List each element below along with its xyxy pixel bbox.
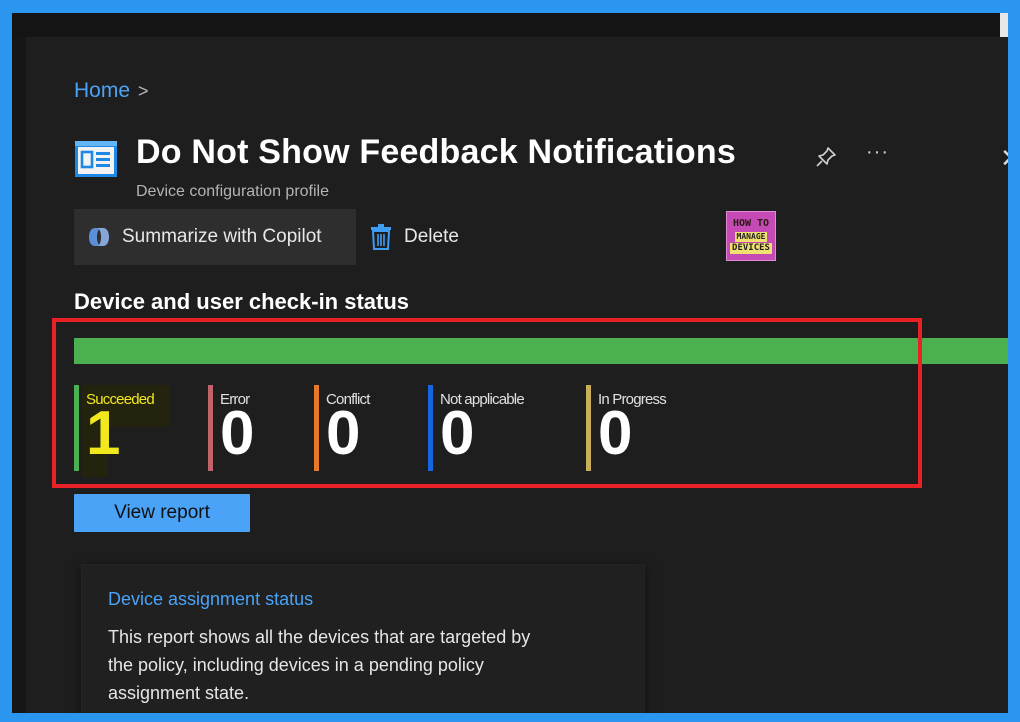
succeeded-progress-fill (74, 338, 1008, 364)
logo-text-line: DEVICES (730, 242, 772, 254)
how-to-manage-devices-logo: HOW TO MANAGE DEVICES (726, 211, 776, 261)
error-count: 0 (220, 399, 255, 468)
not-applicable-color-bar (428, 385, 433, 471)
window-edge (1000, 13, 1008, 37)
device-assignment-status-card[interactable]: Device assignment status This report sho… (82, 565, 644, 713)
in-progress-count: 0 (598, 399, 633, 468)
summarize-with-copilot-button[interactable]: Summarize with Copilot (74, 209, 356, 265)
left-nav-edge (12, 37, 26, 713)
breadcrumb: Home > (74, 79, 149, 103)
conflict-count: 0 (326, 399, 361, 468)
close-icon[interactable]: ✕ (1000, 143, 1008, 174)
logo-text-line: MANAGE (734, 231, 768, 242)
configuration-profile-icon (75, 141, 117, 177)
page-title: Do Not Show Feedback Notifications (136, 133, 736, 171)
view-report-button[interactable]: View report (74, 494, 250, 532)
conflict-color-bar (314, 385, 319, 471)
window-top-strip (12, 13, 1008, 37)
succeeded-color-bar (74, 385, 79, 471)
summarize-with-copilot-label: Summarize with Copilot (122, 226, 322, 247)
delete-label: Delete (404, 226, 459, 247)
copilot-icon (89, 228, 109, 246)
succeeded-count: 1 (86, 399, 121, 468)
profile-blade: Home > Do Not Show Feedback Notification… (26, 37, 1008, 713)
not-applicable-count: 0 (440, 399, 475, 468)
check-in-status-heading: Device and user check-in status (74, 289, 410, 314)
delete-button[interactable]: Delete (370, 209, 459, 265)
pin-icon[interactable] (814, 145, 838, 169)
trash-icon (371, 224, 391, 250)
device-assignment-status-link[interactable]: Device assignment status (108, 589, 313, 610)
app-window: Home > Do Not Show Feedback Notification… (12, 13, 1008, 713)
breadcrumb-home-link[interactable]: Home (74, 79, 130, 103)
check-in-status-bar (74, 338, 1008, 364)
chevron-right-icon: > (138, 80, 149, 101)
error-color-bar (208, 385, 213, 471)
device-assignment-status-description: This report shows all the devices that a… (108, 627, 531, 703)
in-progress-color-bar (586, 385, 591, 471)
more-options-icon[interactable]: ··· (866, 141, 889, 164)
page-subtitle: Device configuration profile (136, 183, 329, 200)
logo-text-line: HOW TO (732, 217, 770, 229)
